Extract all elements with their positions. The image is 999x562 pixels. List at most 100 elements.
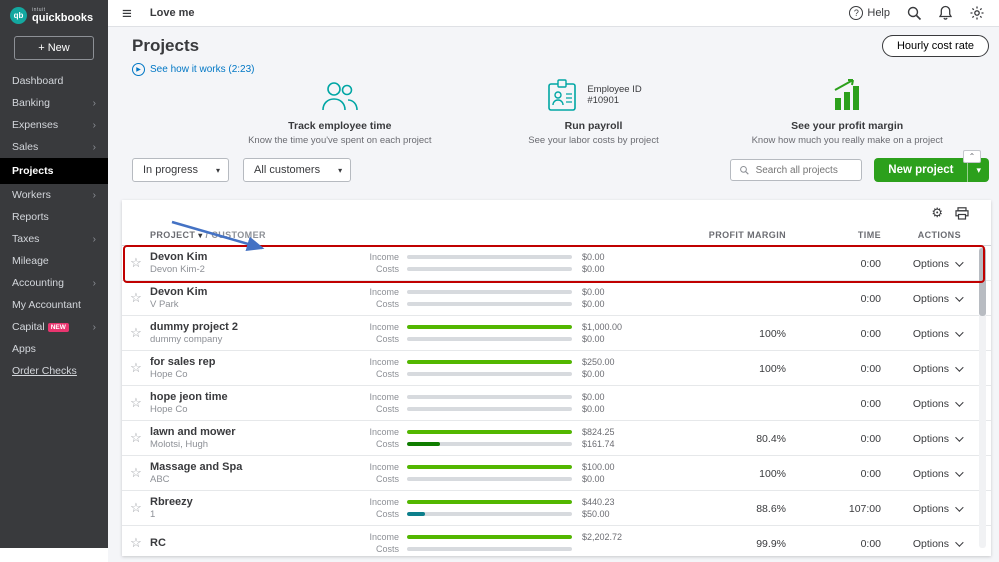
project-name[interactable]: dummy project 2 <box>150 321 365 333</box>
sidebar-item-workers[interactable]: Workers› <box>0 184 108 206</box>
table-settings-gear-icon[interactable]: ⚙ <box>931 205 943 221</box>
new-button[interactable]: + New <box>14 36 94 60</box>
promo-track-time: Track employee time Know the time you've… <box>228 78 452 146</box>
favorite-star-icon[interactable]: ☆ <box>130 325 142 340</box>
income-amount: $440.23 <box>582 497 615 507</box>
notifications-bell-icon[interactable] <box>938 5 953 21</box>
hamburger-menu-icon[interactable]: ≡ <box>122 5 132 22</box>
income-amount: $824.25 <box>582 427 615 437</box>
table-row[interactable]: ☆ RC Income $2,202.72 Costs 99.9% 0:00 O… <box>122 526 991 556</box>
table-row[interactable]: ☆ Devon Kim Devon Kim-2 Income $0.00 Cos… <box>122 246 991 281</box>
play-icon: ▶ <box>132 63 145 76</box>
sidebar-item-reports[interactable]: Reports <box>0 206 108 228</box>
sidebar-item-order-checks[interactable]: Order Checks <box>0 360 108 382</box>
sidebar: qb intuit quickbooks + New DashboardBank… <box>0 0 108 548</box>
time-value: 0:00 <box>861 293 881 305</box>
options-dropdown-button[interactable]: Options <box>913 258 961 270</box>
options-dropdown-button[interactable]: Options <box>913 398 961 410</box>
column-header-time[interactable]: TIME <box>786 230 881 240</box>
sidebar-item-sales[interactable]: Sales› <box>0 136 108 158</box>
search-projects-input[interactable] <box>756 165 854 176</box>
sort-arrow-icon: ▾ <box>198 231 202 240</box>
sidebar-item-taxes[interactable]: Taxes› <box>0 228 108 250</box>
status-filter-dropdown[interactable]: In progress ▾ <box>132 158 229 182</box>
profit-margin-value: 80.4% <box>756 433 786 445</box>
options-dropdown-button[interactable]: Options <box>913 293 961 305</box>
sidebar-item-my-accountant[interactable]: My Accountant <box>0 294 108 316</box>
costs-bar <box>407 337 572 341</box>
sidebar-item-capital[interactable]: CapitalNEW› <box>0 316 108 338</box>
column-header-profit-margin[interactable]: PROFIT MARGIN <box>671 230 786 240</box>
options-dropdown-button[interactable]: Options <box>913 468 961 480</box>
table-row[interactable]: ☆ Rbreezy 1 Income $440.23 Costs $50.00 … <box>122 491 991 526</box>
table-row[interactable]: ☆ lawn and mower Molotsi, Hugh Income $8… <box>122 421 991 456</box>
sidebar-item-mileage[interactable]: Mileage <box>0 250 108 272</box>
options-dropdown-button[interactable]: Options <box>913 363 961 375</box>
customer-name: Hope Co <box>150 404 365 415</box>
favorite-star-icon[interactable]: ☆ <box>130 465 142 480</box>
project-name[interactable]: for sales rep <box>150 356 365 368</box>
options-dropdown-button[interactable]: Options <box>913 538 961 550</box>
costs-label: Costs <box>365 509 407 519</box>
project-name[interactable]: Rbreezy <box>150 496 365 508</box>
new-project-button[interactable]: New project <box>874 158 967 182</box>
customer-filter-dropdown[interactable]: All customers ▾ <box>243 158 351 182</box>
chevron-right-icon: › <box>93 98 96 109</box>
project-name[interactable]: RC <box>150 537 365 549</box>
options-dropdown-button[interactable]: Options <box>913 328 961 340</box>
income-amount: $250.00 <box>582 357 615 367</box>
table-row[interactable]: ☆ for sales rep Hope Co Income $250.00 C… <box>122 351 991 386</box>
time-value: 0:00 <box>861 258 881 270</box>
sidebar-item-projects[interactable]: Projects <box>0 158 108 184</box>
settings-gear-icon[interactable] <box>969 5 985 21</box>
see-how-it-works-link[interactable]: ▶ See how it works (2:23) <box>108 59 999 76</box>
sidebar-item-expenses[interactable]: Expenses› <box>0 114 108 136</box>
favorite-star-icon[interactable]: ☆ <box>130 255 142 270</box>
favorite-star-icon[interactable]: ☆ <box>130 430 142 445</box>
scrollbar-thumb[interactable] <box>979 248 986 316</box>
column-header-project[interactable]: PROJECT ▾ / CUSTOMER <box>122 230 365 240</box>
income-amount: $0.00 <box>582 392 605 402</box>
table-row[interactable]: ☆ dummy project 2 dummy company Income $… <box>122 316 991 351</box>
costs-label: Costs <box>365 264 407 274</box>
projects-table-card: ⚙ PROJECT ▾ / CUSTOMER PROFIT MARGIN TIM… <box>122 200 991 556</box>
table-row[interactable]: ☆ Massage and Spa ABC Income $100.00 Cos… <box>122 456 991 491</box>
print-icon[interactable] <box>955 207 969 220</box>
sidebar-item-apps[interactable]: Apps <box>0 338 108 360</box>
promo-section: Track employee time Know the time you've… <box>108 76 999 146</box>
favorite-star-icon[interactable]: ☆ <box>130 360 142 375</box>
company-name: Love me <box>150 7 195 19</box>
favorite-star-icon[interactable]: ☆ <box>130 290 142 305</box>
favorite-star-icon[interactable]: ☆ <box>130 500 142 515</box>
income-label: Income <box>365 322 407 332</box>
sidebar-item-banking[interactable]: Banking› <box>0 92 108 114</box>
options-dropdown-button[interactable]: Options <box>913 503 961 515</box>
income-label: Income <box>365 462 407 472</box>
favorite-star-icon[interactable]: ☆ <box>130 395 142 410</box>
table-scrollbar[interactable] <box>979 246 986 548</box>
sidebar-item-dashboard[interactable]: Dashboard <box>0 70 108 92</box>
chevron-right-icon: › <box>93 120 96 131</box>
hourly-cost-rate-button[interactable]: Hourly cost rate <box>882 35 989 57</box>
collapse-promo-chevron-icon[interactable]: ⌃ <box>963 150 981 163</box>
chevron-right-icon: › <box>93 234 96 245</box>
income-label: Income <box>365 392 407 402</box>
chevron-down-icon <box>955 328 963 336</box>
project-search-box[interactable] <box>730 159 862 181</box>
project-name[interactable]: lawn and mower <box>150 426 365 438</box>
project-name[interactable]: Devon Kim <box>150 251 365 263</box>
project-name[interactable]: Devon Kim <box>150 286 365 298</box>
employee-id-card-icon <box>545 78 579 114</box>
help-button[interactable]: ? Help <box>849 6 890 20</box>
project-name[interactable]: Massage and Spa <box>150 461 365 473</box>
options-dropdown-button[interactable]: Options <box>913 433 961 445</box>
sidebar-item-accounting[interactable]: Accounting› <box>0 272 108 294</box>
favorite-star-icon[interactable]: ☆ <box>130 535 142 550</box>
costs-bar <box>407 442 572 446</box>
project-name[interactable]: hope jeon time <box>150 391 365 403</box>
table-row[interactable]: ☆ hope jeon time Hope Co Income $0.00 Co… <box>122 386 991 421</box>
costs-bar <box>407 407 572 411</box>
customer-name: Molotsi, Hugh <box>150 439 365 450</box>
search-icon[interactable] <box>906 5 922 21</box>
table-row[interactable]: ☆ Devon Kim V Park Income $0.00 Costs $0… <box>122 281 991 316</box>
